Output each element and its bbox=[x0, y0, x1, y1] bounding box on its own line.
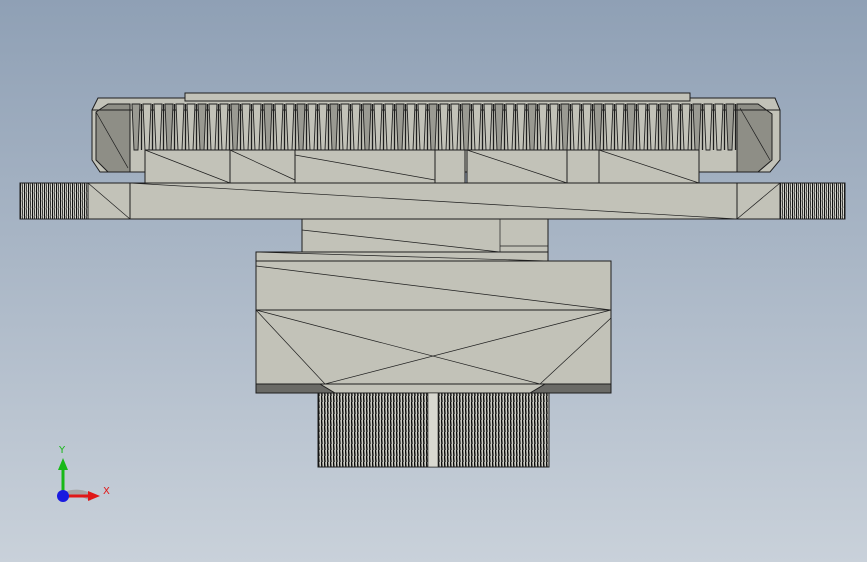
knurled-cylinder bbox=[317, 392, 550, 468]
hub-body bbox=[255, 251, 612, 394]
x-axis-label: X bbox=[103, 486, 110, 497]
flange-plate bbox=[19, 182, 846, 220]
axis-triad bbox=[57, 458, 100, 502]
z-axis-dot bbox=[57, 490, 69, 502]
y-axis-label: Y bbox=[59, 445, 66, 456]
neck-section bbox=[301, 218, 549, 253]
cad-viewport[interactable]: Y X bbox=[0, 0, 867, 562]
y-axis-arrow-head bbox=[58, 458, 68, 470]
gear-assembly-model[interactable] bbox=[0, 0, 867, 562]
x-axis-arrow-head bbox=[88, 491, 100, 501]
mid-blocks bbox=[144, 149, 700, 184]
